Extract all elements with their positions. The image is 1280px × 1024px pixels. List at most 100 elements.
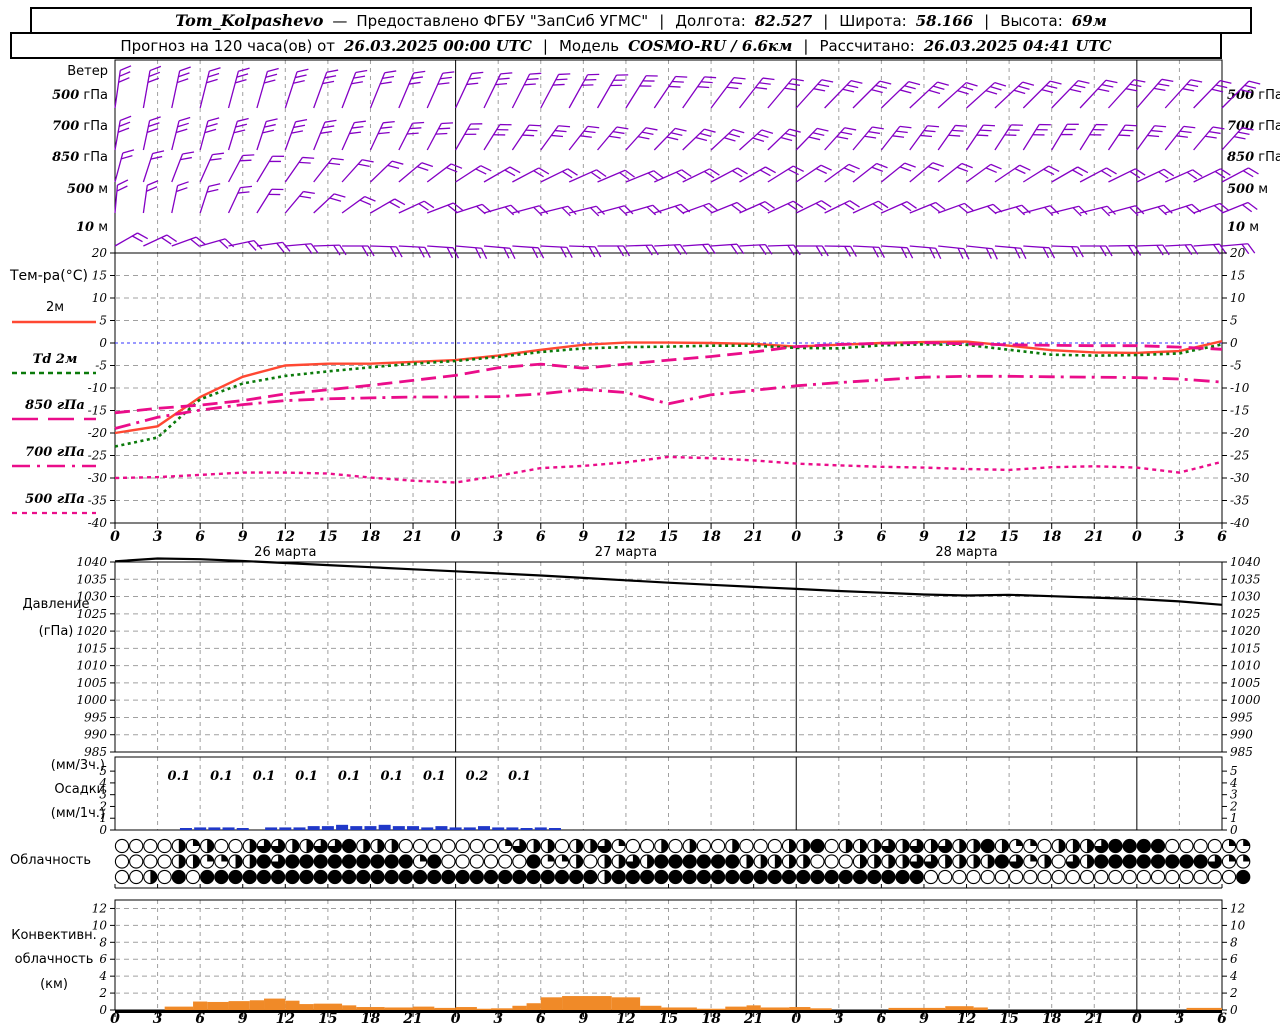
- svg-text:995: 995: [1230, 710, 1253, 724]
- svg-text:5: 5: [1230, 314, 1238, 328]
- svg-text:27 марта: 27 марта: [595, 545, 657, 560]
- svg-text:18: 18: [701, 1011, 721, 1024]
- svg-text:-5: -5: [95, 359, 107, 373]
- svg-text:985: 985: [84, 745, 107, 759]
- svg-text:12: 12: [276, 1011, 296, 1024]
- svg-text:1010: 1010: [76, 659, 107, 673]
- svg-text:2: 2: [1229, 986, 1238, 1000]
- svg-text:1040: 1040: [1230, 555, 1261, 569]
- svg-text:0: 0: [110, 529, 120, 545]
- svg-text:6: 6: [877, 529, 887, 545]
- svg-text:0: 0: [451, 1011, 461, 1024]
- svg-text:990: 990: [84, 728, 107, 742]
- svg-text:21: 21: [1084, 529, 1104, 545]
- svg-text:1020: 1020: [76, 624, 107, 638]
- svg-text:0.1: 0.1: [253, 769, 276, 784]
- meteogram-page: Tom_Kolpashevo — Предоставлено ФГБУ "Зап…: [0, 0, 1280, 1024]
- svg-text:15: 15: [659, 529, 678, 545]
- svg-text:10: 10: [92, 291, 108, 305]
- svg-text:15: 15: [92, 269, 107, 283]
- svg-text:20: 20: [1229, 246, 1246, 260]
- svg-text:12: 12: [92, 901, 107, 915]
- svg-text:21: 21: [402, 529, 422, 545]
- svg-text:12: 12: [1230, 901, 1245, 915]
- svg-text:-35: -35: [88, 494, 107, 508]
- svg-text:6: 6: [195, 1011, 205, 1024]
- svg-text:1015: 1015: [76, 641, 107, 655]
- svg-text:6: 6: [195, 529, 205, 545]
- svg-text:1035: 1035: [1230, 572, 1261, 586]
- svg-text:0: 0: [110, 1011, 120, 1024]
- svg-text:995: 995: [84, 710, 107, 724]
- svg-text:3: 3: [493, 529, 503, 545]
- svg-text:5: 5: [1230, 764, 1238, 778]
- svg-text:12: 12: [276, 529, 296, 545]
- svg-text:6: 6: [1217, 529, 1227, 545]
- svg-text:8: 8: [1230, 935, 1238, 949]
- svg-text:990: 990: [1230, 728, 1253, 742]
- svg-text:15: 15: [318, 529, 337, 545]
- svg-text:1030: 1030: [76, 590, 107, 604]
- svg-text:3: 3: [153, 1011, 163, 1024]
- svg-text:4: 4: [1229, 969, 1238, 983]
- svg-text:21: 21: [1084, 1011, 1104, 1024]
- svg-text:5: 5: [99, 314, 107, 328]
- svg-text:15: 15: [659, 1011, 678, 1024]
- svg-text:0: 0: [1230, 336, 1238, 350]
- svg-text:3: 3: [1175, 1011, 1185, 1024]
- svg-text:0.1: 0.1: [508, 769, 531, 784]
- svg-text:0.1: 0.1: [168, 769, 191, 784]
- svg-text:-5: -5: [1230, 359, 1242, 373]
- svg-text:1025: 1025: [76, 607, 107, 621]
- svg-text:-10: -10: [88, 381, 108, 395]
- svg-text:3: 3: [834, 529, 844, 545]
- svg-text:6: 6: [877, 1011, 887, 1024]
- svg-text:6: 6: [1217, 1011, 1227, 1024]
- svg-text:3: 3: [493, 1011, 503, 1024]
- svg-text:10: 10: [92, 918, 108, 932]
- svg-text:1035: 1035: [76, 572, 107, 586]
- svg-text:3: 3: [153, 529, 163, 545]
- svg-text:0.1: 0.1: [423, 769, 446, 784]
- svg-text:0: 0: [99, 336, 107, 350]
- svg-text:-15: -15: [88, 404, 107, 418]
- svg-text:1000: 1000: [76, 693, 107, 707]
- svg-text:0: 0: [1230, 1003, 1238, 1017]
- svg-text:-40: -40: [88, 516, 108, 530]
- svg-text:18: 18: [361, 1011, 381, 1024]
- svg-text:-25: -25: [88, 449, 107, 463]
- svg-text:12: 12: [957, 529, 977, 545]
- svg-text:9: 9: [238, 1011, 248, 1024]
- svg-text:1040: 1040: [76, 555, 107, 569]
- svg-text:6: 6: [536, 1011, 546, 1024]
- svg-text:-20: -20: [88, 426, 108, 440]
- svg-text:0.1: 0.1: [295, 769, 318, 784]
- svg-text:-25: -25: [1230, 449, 1249, 463]
- svg-text:8: 8: [99, 935, 107, 949]
- svg-text:12: 12: [616, 1011, 636, 1024]
- svg-text:20: 20: [91, 246, 108, 260]
- svg-text:0: 0: [1132, 1011, 1142, 1024]
- svg-text:-35: -35: [1230, 494, 1249, 508]
- svg-text:6: 6: [536, 529, 546, 545]
- svg-text:26 марта: 26 марта: [254, 545, 316, 560]
- svg-text:-20: -20: [1230, 426, 1250, 440]
- svg-text:9: 9: [578, 529, 588, 545]
- svg-text:12: 12: [957, 1011, 977, 1024]
- svg-text:0.1: 0.1: [338, 769, 361, 784]
- svg-text:15: 15: [999, 529, 1018, 545]
- svg-text:1020: 1020: [1230, 624, 1261, 638]
- svg-text:18: 18: [1042, 1011, 1062, 1024]
- svg-text:0: 0: [791, 1011, 801, 1024]
- svg-text:21: 21: [743, 529, 763, 545]
- svg-text:0.1: 0.1: [380, 769, 403, 784]
- svg-text:15: 15: [318, 1011, 337, 1024]
- svg-text:9: 9: [919, 1011, 929, 1024]
- svg-text:1030: 1030: [1230, 590, 1261, 604]
- svg-text:0: 0: [791, 529, 801, 545]
- svg-text:10: 10: [1230, 918, 1246, 932]
- svg-text:10: 10: [1230, 291, 1246, 305]
- svg-text:18: 18: [1042, 529, 1062, 545]
- svg-text:15: 15: [1230, 269, 1245, 283]
- svg-text:-15: -15: [1230, 404, 1249, 418]
